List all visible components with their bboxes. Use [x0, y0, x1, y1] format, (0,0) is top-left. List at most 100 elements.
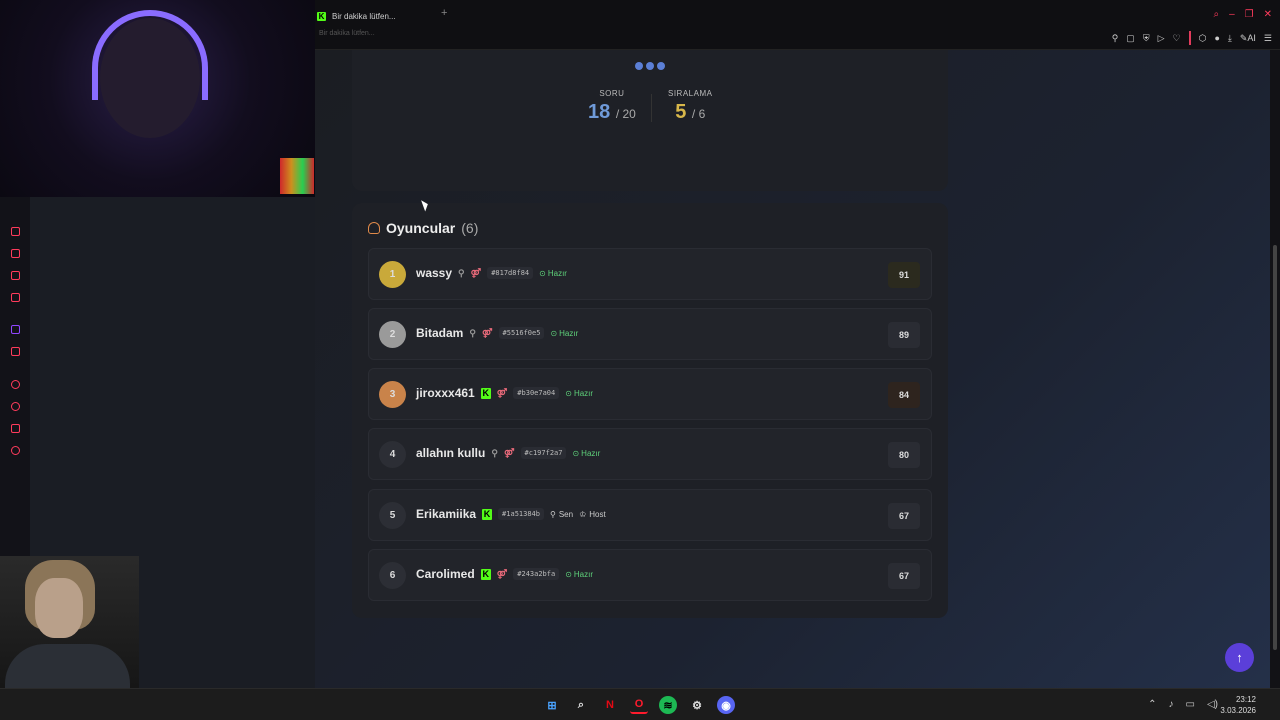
- player-name: Bitadam: [416, 326, 464, 340]
- clock-date: 3.03.2026: [1220, 706, 1256, 715]
- player-row[interactable]: 4 allahın kullu ⚲ ⚤ #c197f2a7 ⊙ Hazır 80: [368, 428, 932, 480]
- scrollbar-thumb[interactable]: [1273, 245, 1277, 650]
- close-icon[interactable]: ✕: [1264, 9, 1272, 20]
- discord-icon[interactable]: ◉: [717, 696, 735, 714]
- question-stat: SORU 18 / 20: [588, 89, 636, 124]
- youtube-icon[interactable]: [11, 347, 20, 356]
- player-hash: #817d8f84: [487, 267, 534, 279]
- extensions-icon[interactable]: ⬡: [1199, 33, 1207, 44]
- player-row[interactable]: 5 Erikamiika K #1a51384b ⚲ Sen ♔ Host 67: [368, 489, 932, 541]
- status-text: Hazır: [559, 328, 579, 338]
- rank-label: SIRALAMA: [668, 89, 713, 98]
- new-tab-button[interactable]: +: [441, 7, 447, 19]
- player-rank: 4: [379, 441, 406, 468]
- status-badge: ⊙ Hazır: [550, 328, 579, 338]
- chevron-up-icon[interactable]: ⌃: [1148, 699, 1156, 710]
- mail-icon[interactable]: [11, 293, 20, 302]
- kick-logo-icon: K: [482, 508, 493, 520]
- quiz-status-card: [352, 50, 948, 191]
- kick-user-icon[interactable]: ⚤: [497, 569, 508, 580]
- refresh-icon[interactable]: [11, 227, 20, 236]
- player-row[interactable]: 6 Carolimed K ⚤ #243a2bfa ⊙ Hazır 67: [368, 549, 932, 601]
- clock-time: 23:12: [1235, 695, 1256, 704]
- taskbar-apps: ⊞ ⌕ N O ≋ ⚙ ◉: [543, 696, 735, 714]
- player-hash: #b30e7a04: [513, 387, 560, 399]
- history-icon[interactable]: [11, 402, 20, 411]
- ai-button[interactable]: ✎AI: [1240, 33, 1256, 44]
- user-icon: ⚲: [458, 267, 465, 278]
- opera-icon[interactable]: O: [630, 696, 648, 714]
- network-icon[interactable]: ▭: [1186, 699, 1195, 710]
- heart-icon[interactable]: ♡: [1173, 33, 1181, 44]
- minimize-icon[interactable]: –: [1229, 9, 1235, 20]
- player-score: 80: [888, 442, 920, 468]
- player-row[interactable]: 2 Bitadam ⚲ ⚤ #5516f0e5 ⊙ Hazır 89: [368, 308, 932, 360]
- kick-user-icon[interactable]: ⚤: [482, 328, 493, 339]
- status-text: Hazır: [547, 268, 567, 278]
- profile-icon[interactable]: ●: [1214, 33, 1219, 43]
- scroll-to-top-button[interactable]: ↑: [1225, 643, 1254, 672]
- rank-stat: SIRALAMA 5 / 6: [668, 89, 712, 124]
- menu-icon[interactable]: ☰: [1264, 33, 1272, 44]
- microphone-icon[interactable]: ♪: [1169, 699, 1174, 710]
- player-rank: 1: [379, 261, 406, 288]
- player-row[interactable]: 3 jiroxxx461 K ⚤ #b30e7a04 ⊙ Hazır 84: [368, 368, 932, 420]
- player-name: Erikamiika: [416, 507, 477, 521]
- status-badge: ⊙ Hazır: [539, 268, 567, 278]
- download-icon[interactable]: ⤓: [1228, 33, 1232, 44]
- status-badge: ⊙ Hazır: [565, 388, 594, 398]
- pin-icon[interactable]: ⚲: [1112, 33, 1119, 44]
- player-icon[interactable]: [11, 380, 20, 389]
- kick-user-icon[interactable]: ⚤: [497, 388, 508, 399]
- volume-icon[interactable]: ◁): [1207, 699, 1218, 710]
- player-hash: #5516f0e5: [498, 327, 545, 339]
- character-face-shape: [35, 578, 83, 638]
- kick-user-icon[interactable]: ⚤: [504, 448, 515, 459]
- restore-icon[interactable]: ❐: [1245, 9, 1254, 20]
- spotify-icon[interactable]: ≋: [659, 696, 677, 714]
- player-name: allahın kullu: [416, 446, 486, 460]
- steam-icon[interactable]: ⚙: [688, 696, 706, 714]
- status-badge: ⊙ Hazır: [565, 569, 594, 579]
- windows-start-icon[interactable]: ⊞: [543, 696, 561, 714]
- question-label: SORU: [599, 89, 625, 98]
- player-rank: 5: [379, 502, 406, 529]
- search-taskbar-icon[interactable]: ⌕: [572, 696, 590, 714]
- player-row[interactable]: 1 wassy ⚲ ⚤ #817d8f84 ⊙ Hazır 91: [368, 248, 932, 300]
- address-bar[interactable]: Bir dakika lütfen...: [315, 30, 375, 37]
- question-current: 18: [588, 101, 611, 123]
- kick-user-icon[interactable]: ⚤: [471, 268, 482, 279]
- browser-top-bar: K Bir dakika lütfen... + Bir dakika lütf…: [315, 0, 1280, 50]
- stat-divider: [651, 94, 652, 122]
- extensions-sidebar-icon[interactable]: [11, 424, 20, 433]
- taskbar-clock[interactable]: 23:12 3.03.2026: [1220, 694, 1256, 716]
- bag-icon[interactable]: [11, 249, 20, 258]
- player-score: 91: [888, 262, 920, 288]
- snapshot-icon[interactable]: ▢: [1126, 33, 1135, 44]
- status-text: Hazır: [573, 569, 594, 579]
- users-icon: [368, 222, 380, 234]
- twitch-icon[interactable]: [11, 325, 20, 334]
- rank-total: / 6: [691, 107, 706, 121]
- page-scrollbar[interactable]: [1270, 50, 1280, 688]
- player-rank: 3: [379, 381, 406, 408]
- play-icon[interactable]: ▷: [1158, 33, 1165, 44]
- rgb-lights-shape: [280, 158, 314, 194]
- tab-title: Bir dakika lütfen...: [332, 11, 396, 21]
- you-badge: ⚲ Sen: [549, 509, 574, 519]
- cube-icon[interactable]: [11, 271, 20, 280]
- player-rank: 6: [379, 562, 406, 589]
- user-icon: ⚲: [491, 447, 498, 458]
- netflix-icon[interactable]: N: [601, 696, 619, 714]
- browser-tab[interactable]: K Bir dakika lütfen...: [315, 6, 455, 26]
- shield-icon[interactable]: ⛨: [1143, 33, 1150, 44]
- player-rank: 2: [379, 321, 406, 348]
- status-badge: ⊙ Hazır: [572, 448, 601, 458]
- player-name: wassy: [416, 266, 453, 280]
- status-text: Hazır: [581, 448, 601, 458]
- search-icon[interactable]: ⌕: [1213, 9, 1219, 20]
- you-text: Sen: [558, 509, 574, 519]
- player-score: 89: [888, 322, 920, 348]
- windows-taskbar: ⊞ ⌕ N O ≋ ⚙ ◉ ⌃ ♪ ▭ ◁) 23:12 3.03.2026: [0, 688, 1280, 720]
- settings-icon[interactable]: [11, 446, 20, 455]
